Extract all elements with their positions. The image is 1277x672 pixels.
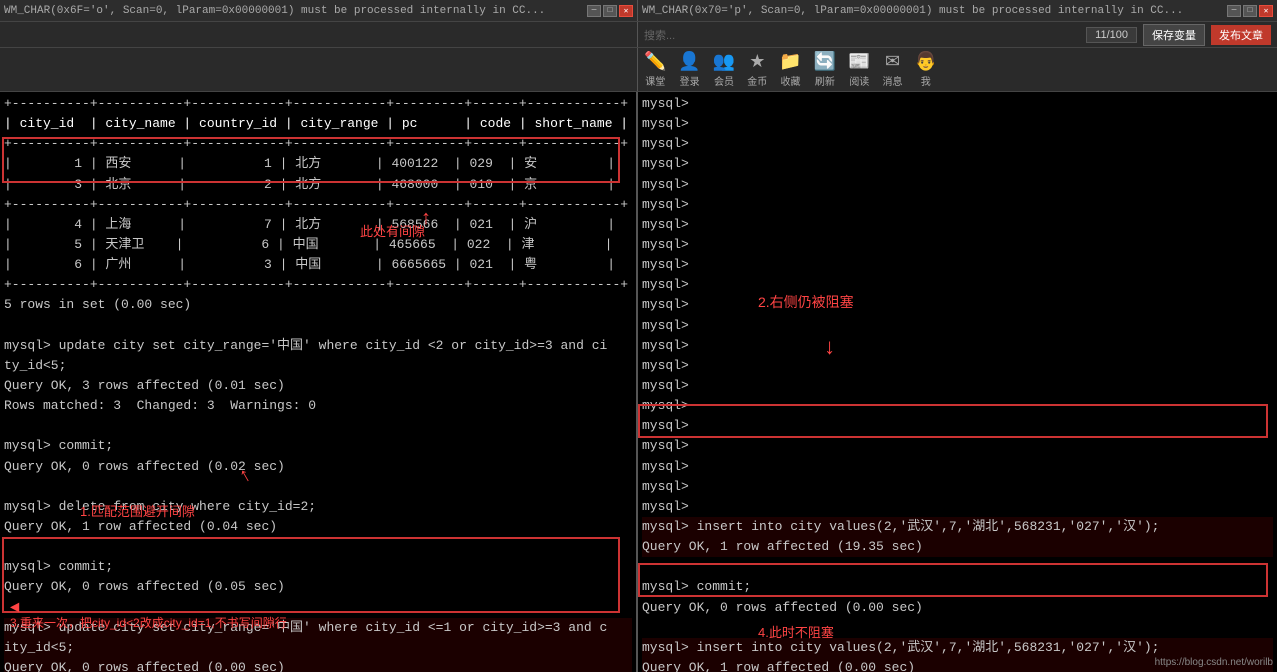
toolbar-icon-collection[interactable]: 📁 收藏 xyxy=(779,51,801,88)
publish-article-button[interactable]: 发布文章 xyxy=(1211,25,1271,45)
left-window-controls: ─ □ ✕ xyxy=(587,5,633,17)
right-mysql-line-21: mysql> xyxy=(642,497,1273,517)
toolbar-icon-refresh[interactable]: 🔄 刷新 xyxy=(814,51,836,88)
right-mysql-line-19: mysql> xyxy=(642,457,1273,477)
table-border-top: +----------+-----------+------------+---… xyxy=(4,94,632,114)
cmd-update2-result1: Query OK, 0 rows affected (0.00 sec) xyxy=(4,658,632,672)
right-mysql-line-5: mysql> xyxy=(642,175,1273,195)
toolbar-icon-message[interactable]: ✉ 消息 xyxy=(883,51,903,88)
left-terminal: +----------+-----------+------------+---… xyxy=(0,92,638,672)
right-mysql-line-15: mysql> xyxy=(642,376,1273,396)
right-mysql-line-18: mysql> xyxy=(642,436,1273,456)
right-mysql-line-17: mysql> xyxy=(642,416,1273,436)
right-toolbar-row: 搜索... 11/100 保存变量 发布文章 xyxy=(0,22,1277,48)
cmd-update1-line2: ty_id<5; xyxy=(4,356,632,376)
cmd-update2-line2: ity_id<5; xyxy=(4,638,632,658)
right-mysql-line-1: mysql> xyxy=(642,94,1273,114)
right-insert1-cmd: mysql> insert into city values(2,'武汉',7,… xyxy=(642,517,1273,537)
left-window-title: WM_CHAR(0x6F='o', Scan=0, lParam=0x00000… xyxy=(4,5,583,17)
search-placeholder: 搜索... xyxy=(644,27,1080,43)
blank2 xyxy=(4,416,632,436)
right-commit1: mysql> commit; xyxy=(642,577,1273,597)
right-terminal: mysql> mysql> mysql> mysql> mysql> mysql… xyxy=(638,92,1277,672)
table-border-mid2: +----------+-----------+------------+---… xyxy=(4,195,632,215)
blank5 xyxy=(4,598,632,618)
cmd-update1-result1: Query OK, 3 rows affected (0.01 sec) xyxy=(4,376,632,396)
cmd-commit1: mysql> commit; xyxy=(4,436,632,456)
right-mysql-line-6: mysql> xyxy=(642,195,1273,215)
close-btn-right[interactable]: ✕ xyxy=(1259,5,1273,17)
maximize-btn-left[interactable]: □ xyxy=(603,5,617,17)
right-mysql-line-3: mysql> xyxy=(642,134,1273,154)
minimize-btn-right[interactable]: ─ xyxy=(1227,5,1241,17)
table-row-shanghai: | 4 | 上海 | 7 | 北方 | 568566 | 021 | 沪 | xyxy=(4,215,632,235)
cmd-delete: mysql> delete from city where city_id=2; xyxy=(4,497,632,517)
minimize-btn-left[interactable]: ─ xyxy=(587,5,601,17)
cmd-update1-line1: mysql> update city set city_range='中国' w… xyxy=(4,336,632,356)
top-bar-container: WM_CHAR(0x6F='o', Scan=0, lParam=0x00000… xyxy=(0,0,1277,22)
table-header-row: | city_id | city_name | country_id | cit… xyxy=(4,114,632,134)
toolbar-icon-class[interactable]: ✏️ 课堂 xyxy=(644,51,666,88)
table-row-beijing: | 3 | 北京 | 2 | 北方 | 468000 | 010 | 京 | xyxy=(4,175,632,195)
right-mysql-line-16: mysql> xyxy=(642,396,1273,416)
left-title-bar: WM_CHAR(0x6F='o', Scan=0, lParam=0x00000… xyxy=(0,0,638,21)
cmd-commit2-result: Query OK, 0 rows affected (0.05 sec) xyxy=(4,577,632,597)
right-mysql-line-8: mysql> xyxy=(642,235,1273,255)
cmd-commit1-result: Query OK, 0 rows affected (0.02 sec) xyxy=(4,457,632,477)
cmd-delete-result: Query OK, 1 row affected (0.04 sec) xyxy=(4,517,632,537)
table-border-bottom: +----------+-----------+------------+---… xyxy=(4,275,632,295)
right-mysql-line-20: mysql> xyxy=(642,477,1273,497)
toolbar-icon-me[interactable]: 👨 我 xyxy=(915,51,937,88)
right-mysql-line-4: mysql> xyxy=(642,154,1273,174)
footer-url: https://blog.csdn.net/worilb xyxy=(1155,655,1273,670)
icon-toolbar-row: ✏️ 课堂 👤 登录 👥 会员 ★ 金币 📁 收藏 🔄 刷新 📰 阅读 ✉ xyxy=(0,48,1277,92)
blank1 xyxy=(4,316,632,336)
toolbar-icon-login[interactable]: 👤 登录 xyxy=(678,51,700,88)
table-row-xian: | 1 | 西安 | 1 | 北方 | 400122 | 029 | 安 | xyxy=(4,154,632,174)
table-row-tianjin: | 5 | 天津卫 | 6 | 中国 | 465665 | 022 | 津 | xyxy=(4,235,632,255)
right-mysql-line-7: mysql> xyxy=(642,215,1273,235)
toolbar-icon-read[interactable]: 📰 阅读 xyxy=(848,51,870,88)
blank3 xyxy=(4,477,632,497)
right-mysql-line-13: mysql> xyxy=(642,336,1273,356)
maximize-btn-right[interactable]: □ xyxy=(1243,5,1257,17)
close-btn-left[interactable]: ✕ xyxy=(619,5,633,17)
table-row-guangzhou: | 6 | 广州 | 3 | 中国 | 6665665 | 021 | 粤 | xyxy=(4,255,632,275)
counter-display: 11/100 xyxy=(1086,27,1137,43)
toolbar-icon-members[interactable]: 👥 会员 xyxy=(713,51,735,88)
right-mysql-line-10: mysql> xyxy=(642,275,1273,295)
cmd-update2-line1: mysql> update city set city_range='中国' w… xyxy=(4,618,632,638)
right-mysql-line-14: mysql> xyxy=(642,356,1273,376)
save-variable-button[interactable]: 保存变量 xyxy=(1143,24,1205,46)
right-mysql-line-11: mysql> xyxy=(642,295,1273,315)
right-mysql-line-12: mysql> xyxy=(642,316,1273,336)
right-blank1 xyxy=(642,557,1273,577)
cmd-update1-result2: Rows matched: 3 Changed: 3 Warnings: 0 xyxy=(4,396,632,416)
right-insert1-result: Query OK, 1 row affected (19.35 sec) xyxy=(642,537,1273,557)
blank4 xyxy=(4,537,632,557)
right-commit1-result: Query OK, 0 rows affected (0.00 sec) xyxy=(642,598,1273,618)
right-blank2 xyxy=(642,618,1273,638)
table-border-mid1: +----------+-----------+------------+---… xyxy=(4,134,632,154)
right-window-title: WM_CHAR(0x70='p', Scan=0, lParam=0x00000… xyxy=(642,5,1223,17)
right-title-bar: WM_CHAR(0x70='p', Scan=0, lParam=0x00000… xyxy=(638,0,1277,21)
toolbar-icon-coins[interactable]: ★ 金币 xyxy=(747,51,767,88)
right-mysql-line-9: mysql> xyxy=(642,255,1273,275)
right-mysql-line-2: mysql> xyxy=(642,114,1273,134)
main-content: +----------+-----------+------------+---… xyxy=(0,92,1277,672)
cmd-commit2: mysql> commit; xyxy=(4,557,632,577)
right-window-controls: ─ □ ✕ xyxy=(1227,5,1273,17)
rows-count: 5 rows in set (0.00 sec) xyxy=(4,295,632,315)
